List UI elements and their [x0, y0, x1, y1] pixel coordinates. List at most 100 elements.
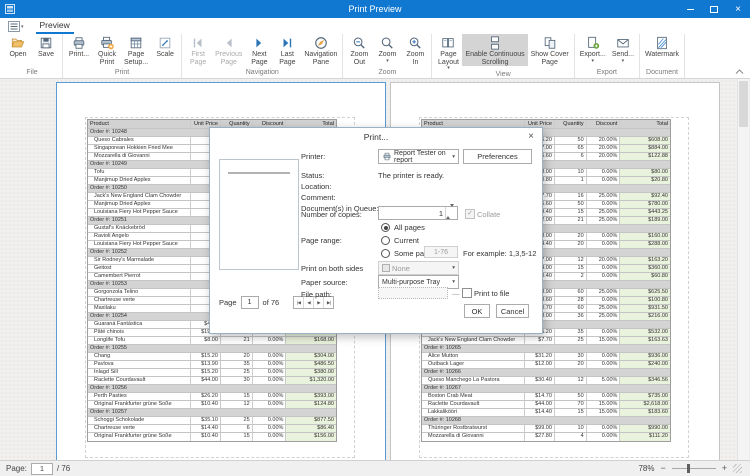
ribbon-button-watermark[interactable]: Watermark: [642, 34, 682, 59]
printer-value: Report Tester on report: [394, 150, 450, 164]
group-header-label: Order #: 10257: [88, 409, 336, 416]
some-pages-radio[interactable]: [381, 249, 390, 258]
ribbon-button-print[interactable]: Print...: [65, 34, 93, 59]
table-row: Alice Mutton$31.20300.00%$936.00: [422, 353, 670, 361]
current-page-radio[interactable]: [381, 236, 390, 245]
zoom-in-button[interactable]: +: [722, 464, 727, 473]
group-header-label: Order #: 10266: [422, 369, 670, 376]
zoom-out-button[interactable]: −: [660, 464, 665, 473]
unit-price-cell: $14.70: [525, 393, 555, 400]
export-icon: [585, 35, 601, 50]
product-cell: Inlagd Sill: [88, 369, 191, 376]
ribbon-app-menu-button[interactable]: ▾: [8, 21, 24, 32]
copies-stepper[interactable]: 1: [378, 206, 458, 220]
stepper-arrows-icon[interactable]: [445, 207, 457, 219]
scrollbar-thumb[interactable]: [739, 81, 748, 127]
ribbon-button-zoom-out[interactable]: Zoom Out: [345, 34, 373, 66]
maximize-button[interactable]: [702, 0, 726, 18]
collate-checkbox: ✓: [465, 209, 475, 219]
product-cell: Pavlova: [88, 361, 191, 368]
column-header: Discount: [587, 120, 621, 128]
ribbon-button-last-page[interactable]: Last Page: [273, 34, 301, 66]
quantity-cell: 50: [555, 201, 587, 208]
ribbon-button-next-page[interactable]: Next Page: [245, 34, 273, 66]
ribbon-button-save[interactable]: Save: [32, 34, 60, 59]
resize-grip-icon[interactable]: [733, 464, 742, 473]
chevron-down-icon: ▾: [452, 154, 455, 160]
ribbon-button-open[interactable]: Open: [4, 34, 32, 59]
close-button[interactable]: ×: [726, 0, 750, 18]
ribbon-button-zoom[interactable]: Zoom▾: [373, 34, 401, 63]
ribbon-button-label: First Page: [190, 51, 206, 66]
quantity-cell: 60: [555, 289, 587, 296]
discount-cell: 25.00%: [587, 305, 621, 312]
ok-button[interactable]: OK: [464, 304, 490, 318]
discount-cell: 0.00%: [253, 425, 287, 432]
ribbon-button-zoom-in[interactable]: Zoom In: [401, 34, 429, 66]
page-layout-icon: [440, 35, 456, 50]
group-header-label: Order #: 10256: [88, 385, 336, 392]
quantity-cell: 6: [221, 425, 253, 432]
first-page-icon: [190, 35, 206, 50]
ribbon-button-enable-continuous-scrolling[interactable]: Enable Continuous Scrolling: [462, 34, 527, 66]
quantity-cell: 21: [221, 337, 253, 344]
all-pages-radio[interactable]: [381, 223, 390, 232]
product-cell: Longlife Tofu: [88, 337, 191, 344]
ribbon: OpenSaveFilePrint...Quick PrintPage Setu…: [0, 34, 750, 79]
vertical-scrollbar[interactable]: [737, 79, 749, 461]
table-row: Jack's New England Clam Chowder$7.702515…: [422, 337, 670, 345]
product-cell: Schoggi Schokolade: [88, 417, 191, 424]
discount-cell: 0.00%: [587, 241, 621, 248]
dialog-close-icon[interactable]: ×: [528, 131, 534, 142]
product-cell: Jack's New England Clam Chowder: [422, 337, 525, 344]
table-row: Mozzarella di Giovanni$27.8040.00%$111.2…: [422, 433, 670, 441]
ribbon-group-caption: Zoom: [345, 68, 429, 78]
print-to-file-checkbox[interactable]: [462, 288, 472, 298]
preferences-button[interactable]: Preferences: [463, 149, 532, 164]
product-cell: Mozzarella di Giovanni: [88, 153, 191, 160]
discount-cell: 0.00%: [587, 361, 621, 368]
total-cell: $163.63: [620, 337, 670, 344]
cancel-button[interactable]: Cancel: [496, 304, 529, 318]
zoom-slider-thumb[interactable]: [687, 464, 690, 473]
total-cell: $380.00: [286, 369, 336, 376]
printer-label: Printer:: [301, 152, 325, 161]
dialog-page-input[interactable]: 1: [241, 296, 259, 309]
discount-cell: 25.00%: [587, 209, 621, 216]
ribbon-button-scale[interactable]: Scale: [151, 34, 179, 59]
ribbon-button-page-layout[interactable]: Page Layout▾: [434, 34, 462, 70]
ribbon-button-page-setup[interactable]: Page Setup...: [121, 34, 151, 66]
location-label: Location:: [301, 182, 331, 191]
ribbon-button-navigation-pane[interactable]: Navigation Pane: [301, 34, 340, 66]
product-cell: Tofu: [88, 169, 191, 176]
ribbon-button-label: Zoom Out: [351, 51, 369, 66]
ribbon-button-export[interactable]: Export...▾: [577, 34, 609, 63]
product-cell: Camembert Pierrot: [88, 273, 191, 280]
total-cell: $160.00: [620, 233, 670, 240]
quantity-cell: 30: [221, 377, 253, 384]
table-row: Schoggi Schokolade$35.10250.00%$877.50: [88, 417, 336, 425]
quantity-cell: 12: [221, 401, 253, 408]
ribbon-collapse-chevron[interactable]: [735, 62, 744, 80]
print-to-file-label: Print to file: [474, 289, 509, 298]
product-cell: Boston Crab Meat: [422, 393, 525, 400]
minimize-button[interactable]: [678, 0, 702, 18]
table-row: Queso Manchego La Pastora$30.40125.00%$3…: [422, 377, 670, 385]
total-cell: $877.50: [286, 417, 336, 424]
tab-preview[interactable]: Preview: [36, 19, 74, 34]
ribbon-button-show-cover-page[interactable]: Show Cover Page: [528, 34, 572, 66]
quantity-cell: 12: [555, 257, 587, 264]
ribbon-button-quick-print[interactable]: Quick Print: [93, 34, 121, 66]
discount-cell: 25.00%: [587, 313, 621, 320]
ribbon-group-file: OpenSaveFile: [2, 34, 63, 78]
total-cell: $80.00: [620, 169, 670, 176]
ribbon-button-send[interactable]: Send...▾: [609, 34, 637, 63]
statusbar-page-input[interactable]: 1: [31, 463, 53, 475]
copies-label: Number of copies:: [301, 210, 362, 219]
printer-select[interactable]: Report Tester on report ▾: [378, 149, 459, 164]
discount-cell: 15.00%: [587, 409, 621, 416]
zoom-slider[interactable]: [672, 468, 716, 469]
save-icon: [38, 35, 54, 50]
column-header: Quantity: [555, 120, 587, 128]
group-header-row: Order #: 10266: [422, 369, 670, 377]
